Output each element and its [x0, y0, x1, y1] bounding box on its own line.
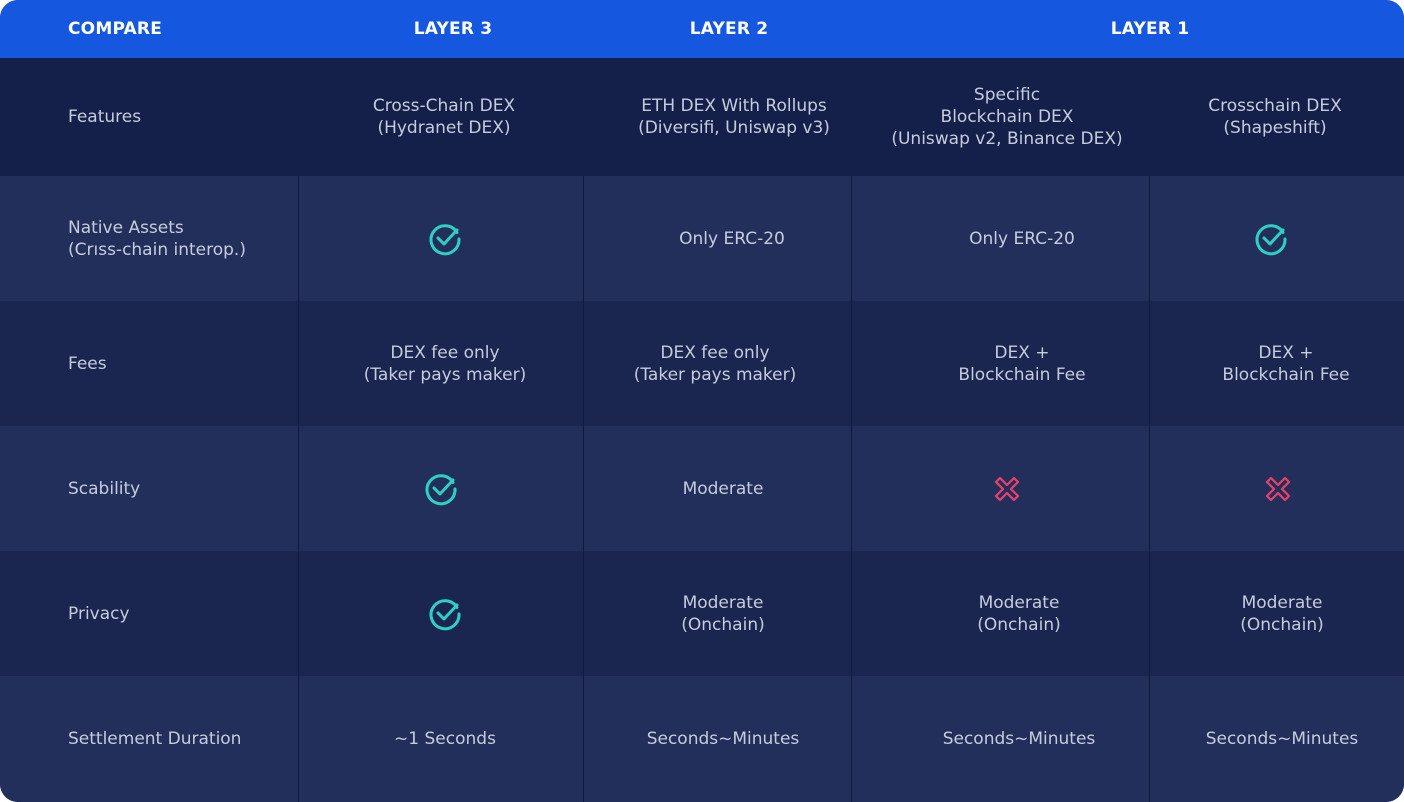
cell-fees-layer1a: DEX + Blockchain Fee	[958, 342, 1086, 385]
cell-native-layer2: Only ERC-20	[679, 228, 785, 249]
cell-privacy-layer2: Moderate (Onchain)	[681, 592, 765, 635]
cell-native-layer1b	[1150, 176, 1392, 301]
column-divider	[1149, 176, 1150, 802]
cell-scalability-layer1a	[862, 426, 1152, 551]
table-row-privacy: Privacy Moderate (Onchain) Moderate (Onc…	[0, 551, 1404, 676]
cell-privacy-layer1b: Moderate (Onchain)	[1240, 592, 1324, 635]
row-label-fees: Fees	[68, 353, 107, 374]
table-row-native-assets: Native Assets (Crıss-chain interop.) Onl…	[0, 176, 1404, 301]
row-label-settlement: Settlement Duration	[68, 729, 242, 749]
table-header: COMPARE LAYER 3 LAYER 2 LAYER 1	[0, 0, 1404, 58]
cell-features-layer1b: Crosschain DEX (Shapeshift)	[1208, 96, 1342, 138]
cell-features-layer2: ETH DEX With Rollups (Diversifi, Uniswap…	[638, 96, 830, 138]
cell-settlement-layer2: Seconds~Minutes	[646, 729, 800, 749]
cell-features-layer3: Cross-Chain DEX (Hydranet DEX)	[372, 96, 516, 138]
header-layer-1: LAYER 1	[1110, 19, 1190, 39]
table-row-fees: Fees DEX fee only (Taker pays maker) DEX…	[0, 301, 1404, 426]
cell-native-layer3	[300, 176, 590, 301]
check-circle-icon	[423, 471, 459, 507]
x-cross-icon	[1262, 473, 1294, 505]
cell-privacy-layer3	[300, 551, 590, 676]
cell-scalability-layer3	[296, 426, 586, 551]
cell-settlement-layer3: ~1 Seconds	[394, 729, 496, 749]
check-circle-icon	[427, 221, 463, 257]
cell-fees-layer2: DEX fee only (Taker pays maker)	[633, 342, 797, 385]
check-circle-icon	[1253, 221, 1289, 257]
comparison-table: COMPARE LAYER 3 LAYER 2 LAYER 1 Features…	[0, 0, 1404, 802]
column-divider	[851, 176, 852, 802]
column-divider	[583, 176, 584, 802]
check-circle-icon	[427, 596, 463, 632]
row-label-privacy: Privacy	[68, 603, 130, 624]
cell-fees-layer3: DEX fee only (Taker pays maker)	[363, 342, 527, 385]
row-label-native-assets: Native Assets (Crıss-chain interop.)	[68, 217, 246, 260]
table-row-scalability: Scability Moderate	[0, 426, 1404, 551]
row-label-features: Features	[68, 107, 142, 127]
cell-features-layer1a: Specific Blockchain DEX (Uniswap v2, Bin…	[891, 85, 1123, 149]
header-layer-3: LAYER 3	[413, 19, 493, 39]
table-row-features: Features Cross-Chain DEX (Hydranet DEX) …	[0, 58, 1404, 176]
cell-native-layer1a: Only ERC-20	[969, 228, 1075, 249]
cell-scalability-layer1b	[1150, 426, 1404, 551]
cell-privacy-layer1a: Moderate (Onchain)	[977, 592, 1061, 635]
cell-settlement-layer1b: Seconds~Minutes	[1205, 729, 1359, 749]
cell-settlement-layer1a: Seconds~Minutes	[942, 729, 1096, 749]
cell-scalability-layer2: Moderate	[682, 478, 764, 499]
header-layer-2: LAYER 2	[689, 19, 769, 39]
row-label-scalability: Scability	[68, 478, 141, 499]
column-divider	[298, 176, 299, 802]
header-compare: COMPARE	[68, 19, 163, 39]
x-cross-icon	[991, 473, 1023, 505]
cell-fees-layer1b: DEX + Blockchain Fee	[1222, 342, 1350, 385]
table-row-settlement: Settlement Duration ~1 Seconds Seconds~M…	[0, 676, 1404, 802]
